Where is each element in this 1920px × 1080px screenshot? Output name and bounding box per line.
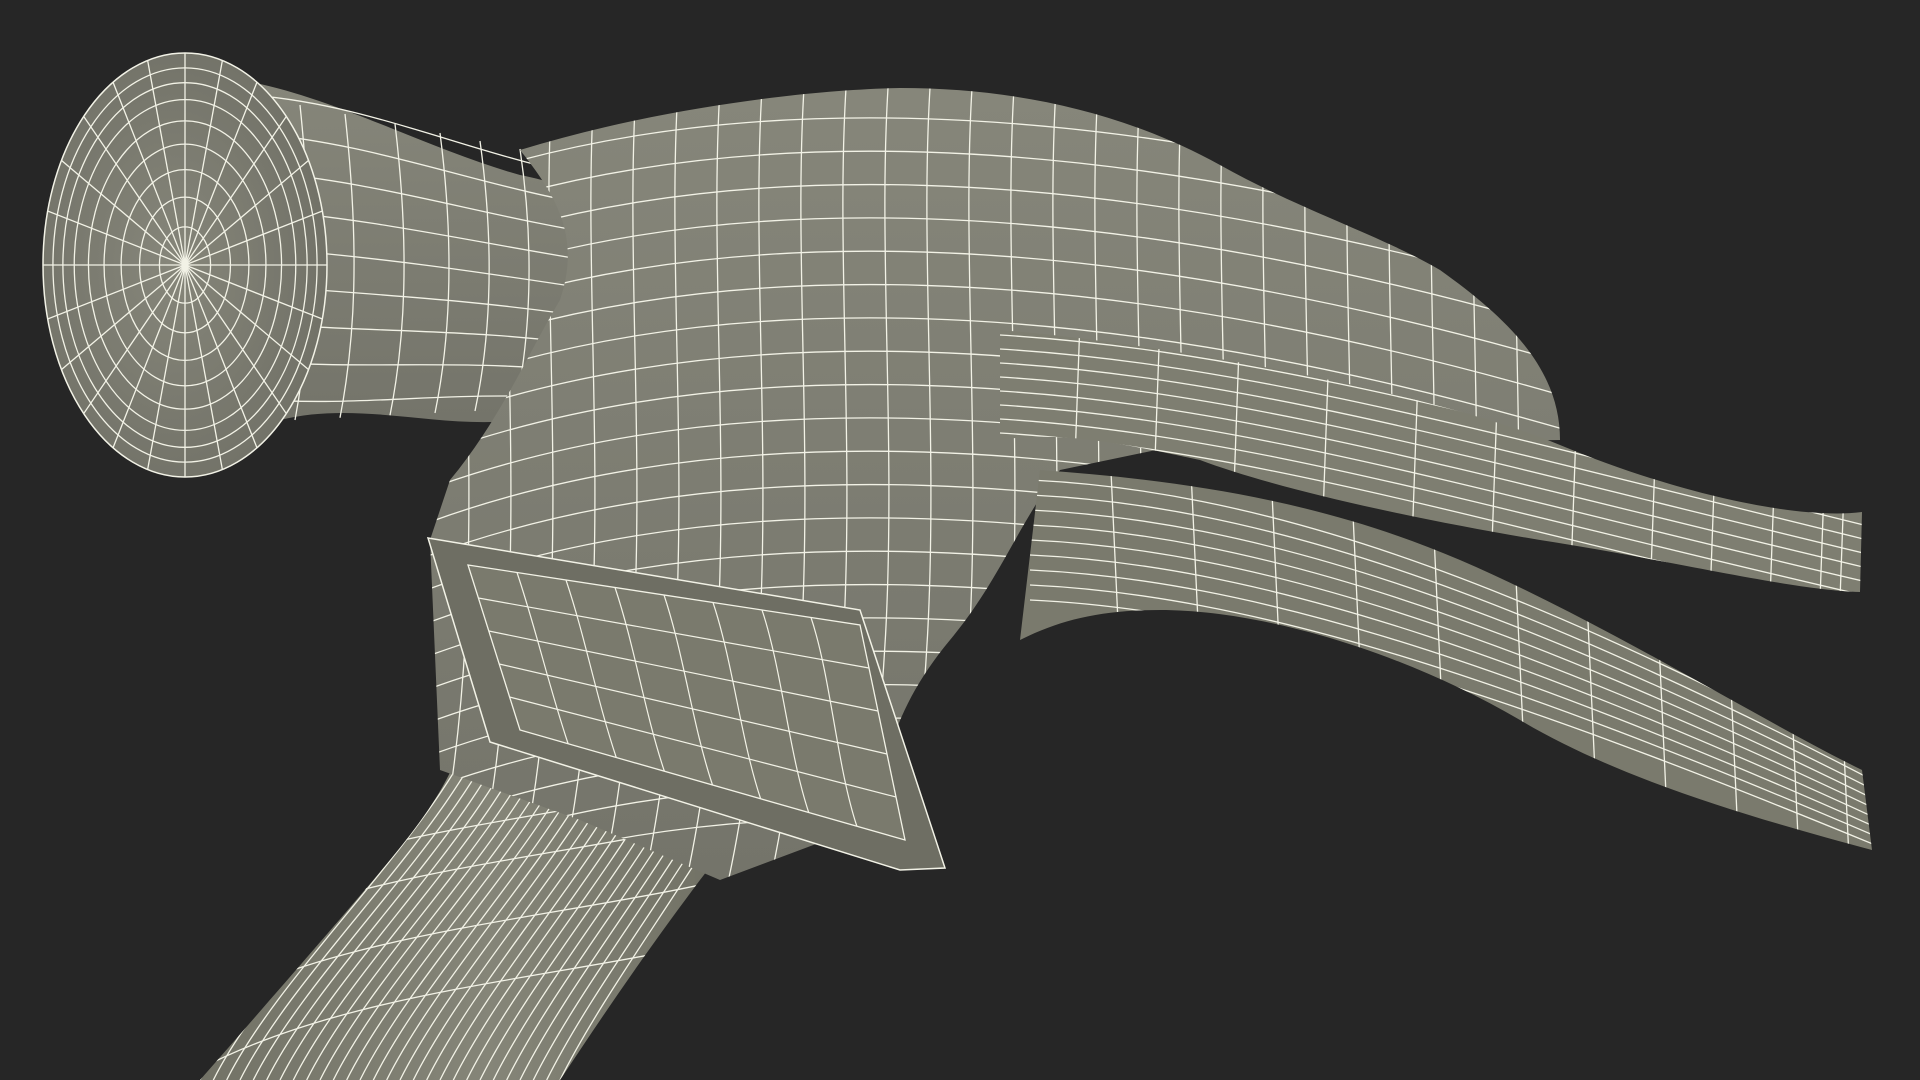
lower-claw-ring-line — [1349, 470, 1371, 850]
hammer-wireframe-render — [42, 52, 1872, 1080]
render-viewport — [0, 0, 1920, 1080]
